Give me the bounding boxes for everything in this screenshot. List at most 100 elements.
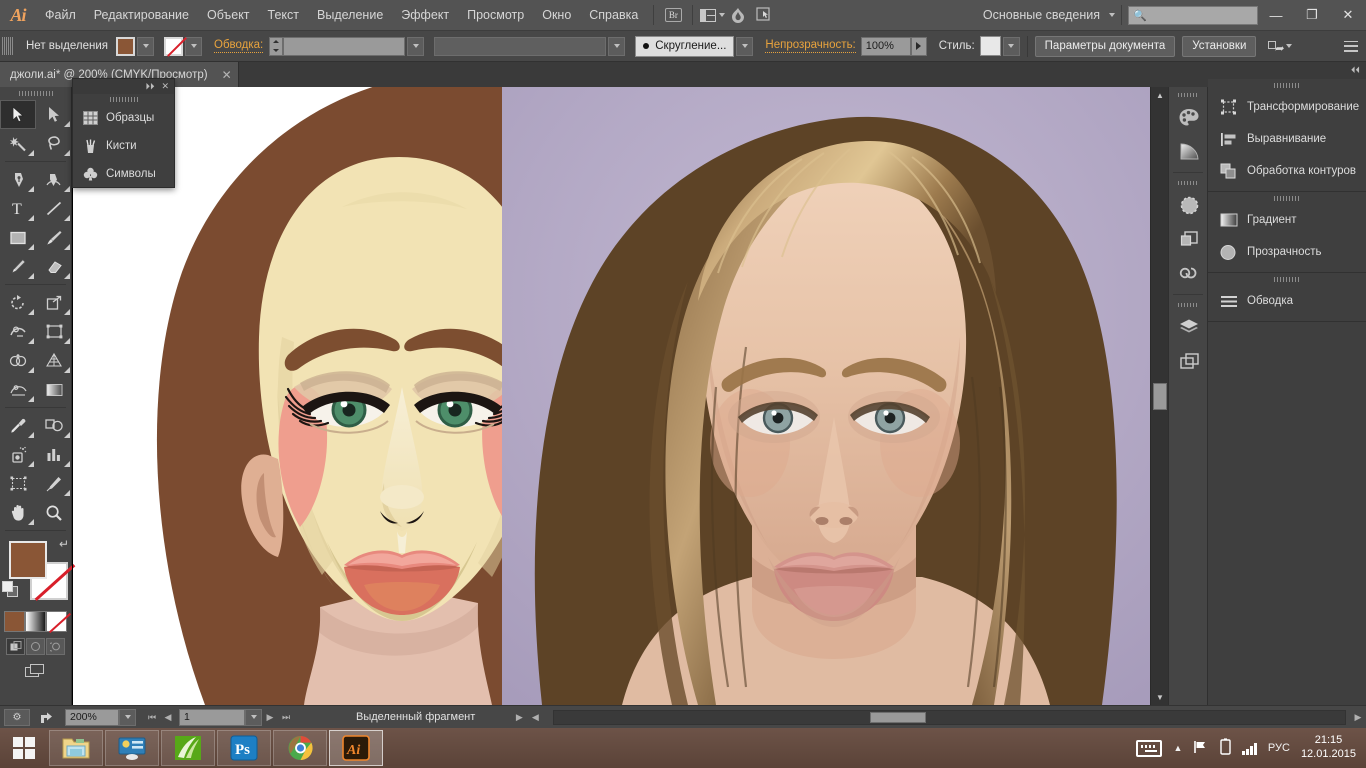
menu-item-file[interactable]: Файл bbox=[36, 0, 85, 31]
show-hidden-icons-icon[interactable]: ▲ bbox=[1173, 743, 1182, 753]
selection-tool[interactable] bbox=[0, 100, 36, 129]
rail-grip-1[interactable] bbox=[1169, 89, 1207, 100]
dock-item-stroke[interactable]: Обводка bbox=[1208, 285, 1366, 317]
stroke-cap-selector[interactable]: Скругление... bbox=[635, 36, 734, 57]
hand-tool[interactable] bbox=[0, 498, 36, 527]
bridge-button[interactable]: Br bbox=[660, 4, 686, 26]
dock-grip-3[interactable] bbox=[1208, 273, 1366, 285]
floating-panel-grip[interactable] bbox=[73, 94, 174, 104]
draw-behind-button[interactable] bbox=[26, 638, 45, 655]
document-tab-close-icon[interactable]: ✕ bbox=[222, 68, 232, 82]
floating-panel-collapse-icon[interactable]: ⏵⏵ bbox=[145, 81, 154, 92]
search-input[interactable]: 🔍 bbox=[1128, 6, 1258, 25]
stroke-weight-dropdown[interactable] bbox=[407, 37, 424, 56]
shape-builder-tool[interactable] bbox=[0, 346, 36, 375]
menu-item-type[interactable]: Текст bbox=[259, 0, 308, 31]
menu-item-select[interactable]: Выделение bbox=[308, 0, 392, 31]
dock-collapse-icon[interactable]: ⏴⏴ bbox=[1351, 65, 1360, 76]
color-fill-button[interactable] bbox=[4, 611, 25, 632]
opacity-input[interactable]: 100% bbox=[861, 37, 911, 56]
gradient-tool[interactable] bbox=[36, 375, 72, 404]
free-transform-tool[interactable] bbox=[36, 317, 72, 346]
cc-libraries-panel-button[interactable] bbox=[1169, 256, 1209, 290]
swap-fill-stroke-icon[interactable]: ↵ bbox=[59, 537, 69, 551]
stroke-swatch-icon[interactable] bbox=[164, 37, 183, 56]
paintbrush-tool[interactable] bbox=[36, 223, 72, 252]
screen-mode-button[interactable] bbox=[0, 664, 71, 679]
keyboard-icon[interactable] bbox=[1136, 740, 1162, 757]
fill-swatch-dropdown[interactable] bbox=[137, 37, 154, 56]
hscroll-left-icon[interactable]: ◀ bbox=[527, 709, 543, 726]
slice-tool[interactable] bbox=[36, 469, 72, 498]
arrange-documents-button[interactable] bbox=[699, 4, 725, 26]
network-signal-icon[interactable] bbox=[1242, 742, 1257, 755]
taskbar-item-illustrator[interactable]: Ai bbox=[329, 730, 383, 766]
zoom-level-dropdown[interactable] bbox=[119, 709, 136, 726]
lasso-tool[interactable] bbox=[36, 129, 72, 158]
brushes-panel-button[interactable] bbox=[1169, 188, 1209, 222]
menu-item-object[interactable]: Объект bbox=[198, 0, 259, 31]
rotate-tool[interactable] bbox=[0, 288, 36, 317]
dock-grip-1[interactable] bbox=[1208, 79, 1366, 91]
direct-selection-tool[interactable] bbox=[36, 100, 72, 129]
stroke-weight-stepper[interactable] bbox=[269, 37, 283, 56]
menu-item-view[interactable]: Просмотр bbox=[458, 0, 533, 31]
control-bar-grip[interactable] bbox=[2, 37, 13, 55]
menu-item-edit[interactable]: Редактирование bbox=[85, 0, 198, 31]
language-indicator[interactable]: РУС bbox=[1268, 742, 1290, 754]
window-close-button[interactable]: ✕ bbox=[1330, 0, 1366, 31]
zoom-tool[interactable] bbox=[36, 498, 72, 527]
next-page-button[interactable]: ▶ bbox=[262, 709, 278, 726]
rail-grip-3[interactable] bbox=[1169, 299, 1207, 310]
none-fill-button[interactable] bbox=[46, 611, 67, 632]
stroke-profile-input[interactable] bbox=[434, 37, 606, 56]
menu-item-help[interactable]: Справка bbox=[580, 0, 647, 31]
workspace-chevron-icon[interactable] bbox=[1109, 13, 1115, 17]
scroll-down-icon[interactable]: ▼ bbox=[1151, 689, 1168, 705]
stroke-weight-input[interactable] bbox=[283, 37, 405, 56]
stock-button[interactable] bbox=[725, 4, 751, 26]
horizontal-scrollbar[interactable] bbox=[553, 710, 1346, 725]
blend-tool[interactable] bbox=[36, 411, 72, 440]
layers-panel-button[interactable] bbox=[1169, 310, 1209, 344]
cloud-sync-icon[interactable]: ⚙ bbox=[4, 709, 30, 726]
align-chevron-icon[interactable] bbox=[1286, 44, 1292, 48]
pencil-tool[interactable] bbox=[0, 252, 36, 281]
eraser-tool[interactable] bbox=[36, 252, 72, 281]
taskbar-item-control-panel[interactable] bbox=[105, 730, 159, 766]
page-number-input[interactable]: 1 bbox=[179, 709, 245, 726]
dock-item-gradient[interactable]: Градиент bbox=[1208, 204, 1366, 236]
battery-icon[interactable] bbox=[1220, 738, 1231, 758]
line-segment-tool[interactable] bbox=[36, 194, 72, 223]
taskbar-item-green-app[interactable] bbox=[161, 730, 215, 766]
dock-collapse-bar[interactable]: ⏴⏴ bbox=[1208, 62, 1366, 79]
scale-tool[interactable] bbox=[36, 288, 72, 317]
floating-panel-close-icon[interactable]: ✕ bbox=[161, 81, 169, 92]
menu-item-effect[interactable]: Эффект bbox=[392, 0, 458, 31]
document-setup-button[interactable]: Параметры документа bbox=[1035, 36, 1176, 57]
taskbar-item-explorer[interactable] bbox=[49, 730, 103, 766]
artboard-tool[interactable] bbox=[0, 469, 36, 498]
width-tool[interactable] bbox=[0, 317, 36, 346]
draw-inside-button[interactable] bbox=[46, 638, 65, 655]
perspective-grid-tool[interactable] bbox=[36, 346, 72, 375]
magic-wand-tool[interactable] bbox=[0, 129, 36, 158]
start-button[interactable] bbox=[0, 728, 48, 768]
draw-normal-button[interactable] bbox=[6, 638, 25, 655]
curvature-tool[interactable] bbox=[36, 165, 72, 194]
page-dropdown[interactable] bbox=[245, 709, 262, 726]
opacity-options-button[interactable] bbox=[911, 37, 927, 56]
symbol-sprayer-tool[interactable] bbox=[0, 440, 36, 469]
eyedropper-tool[interactable] bbox=[0, 411, 36, 440]
window-minimize-button[interactable]: — bbox=[1258, 0, 1294, 31]
workspace-switcher[interactable]: Основные сведения bbox=[977, 8, 1106, 22]
stroke-swatch-dropdown[interactable] bbox=[185, 37, 202, 56]
dock-item-align[interactable]: Выравнивание bbox=[1208, 123, 1366, 155]
fill-color-swatch[interactable] bbox=[9, 541, 47, 579]
fill-swatch-icon[interactable] bbox=[116, 37, 135, 56]
previous-page-button[interactable]: ◀ bbox=[160, 709, 176, 726]
menu-item-window[interactable]: Окно bbox=[533, 0, 580, 31]
tools-panel-grip[interactable] bbox=[0, 87, 71, 100]
rail-grip-2[interactable] bbox=[1169, 177, 1207, 188]
zoom-level-input[interactable]: 200% bbox=[65, 709, 119, 726]
